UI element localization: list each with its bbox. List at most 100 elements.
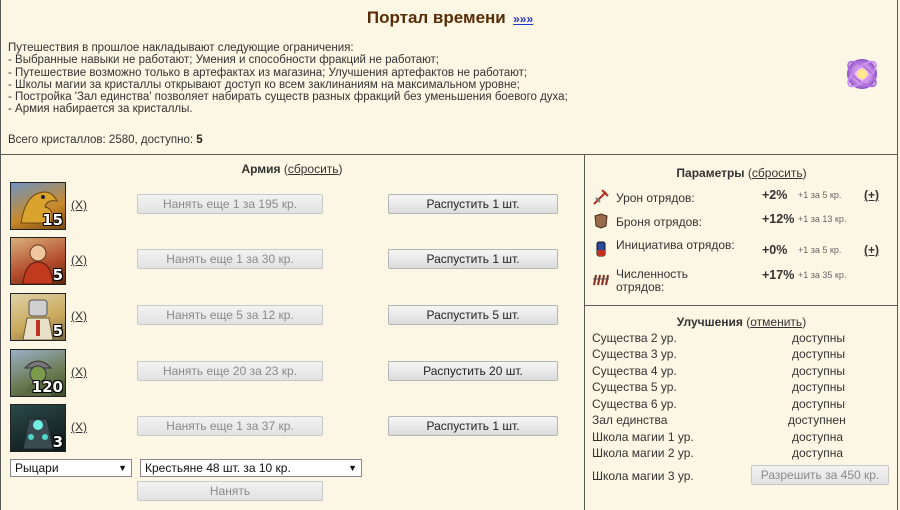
divider [0, 154, 898, 155]
upgrades-header: Улучшения (отменить) [676, 315, 807, 329]
param-increase-link[interactable]: (+) [864, 188, 879, 202]
dropdown-arrow-icon: ▼ [348, 463, 357, 473]
hire-more-button[interactable]: Нанять еще 5 за 12 кр. [137, 305, 323, 325]
dismiss-unit-button[interactable]: Распустить 1 шт. [388, 194, 558, 214]
intro-line: - Школы магии за кристаллы открывают дос… [8, 78, 520, 91]
hire-button[interactable]: Нанять [137, 481, 323, 501]
unit-type-select[interactable]: Крестьяне 48 шт. за 10 кр. ▼ [140, 459, 362, 477]
remove-unit-link[interactable]: (X) [71, 365, 87, 379]
dismiss-unit-button[interactable]: Распустить 1 шт. [388, 416, 558, 436]
upgrade-row: Школа магии 1 ур. доступна [592, 430, 892, 446]
remove-unit-link[interactable]: (X) [71, 253, 87, 267]
param-value: +2% [762, 188, 788, 202]
params-header: Параметры (сбросить) [676, 166, 807, 180]
upgrade-name: Школа магии 1 ур. [592, 430, 694, 444]
upgrade-state: доступны [792, 397, 846, 411]
unit-knight-portrait[interactable]: 5 [10, 293, 66, 341]
upgrade-state: доступнен [788, 413, 846, 427]
divider [585, 305, 898, 306]
army-header: Армия (сбросить) [241, 162, 343, 176]
upgrade-state: доступна [792, 430, 844, 444]
page-title: Портал времени [366, 8, 506, 27]
upgrade-name: Существа 2 ур. [592, 331, 677, 345]
crystals-label: Всего кристаллов: 2580, доступно: [8, 134, 194, 146]
hire-more-button[interactable]: Нанять еще 20 за 23 кр. [137, 361, 323, 381]
intro-line: - Путешествие возможно только в артефакт… [8, 66, 528, 79]
param-cost: +1 за 5 кр. [798, 245, 842, 255]
upgrade-row: Зал единства доступнен [592, 413, 892, 429]
army-reset-link[interactable]: сбросить [288, 162, 339, 176]
dismiss-unit-button[interactable]: Распустить 1 шт. [388, 249, 558, 269]
param-cost: +1 за 35 кр. [798, 270, 847, 280]
unit-type-select-value: Крестьяне 48 шт. за 10 кр. [145, 461, 291, 475]
unit-golem-portrait[interactable]: 3 [10, 404, 66, 452]
param-row-initiative: Инициатива отрядов: +0% +1 за 5 кр. (+) [592, 238, 892, 264]
params-reset-link[interactable]: сбросить [752, 166, 803, 180]
army-unit-row: 15 (X) Нанять еще 1 за 195 кр. Распустит… [10, 182, 570, 232]
dismiss-unit-button[interactable]: Распустить 5 шт. [388, 305, 558, 325]
initiative-icon [592, 240, 610, 258]
intro-line: Путешествия в прошлое накладывают следую… [8, 42, 354, 54]
divider [584, 154, 585, 510]
param-row-armor: Броня отрядов: +12% +1 за 13 кр. [592, 210, 892, 236]
upgrade-state: доступна [792, 446, 844, 460]
upgrades-cancel-link[interactable]: отменить [750, 315, 802, 329]
remove-unit-link[interactable]: (X) [71, 420, 87, 434]
param-label: Броня отрядов: [616, 215, 703, 229]
upgrade-name: Существа 6 ур. [592, 397, 677, 411]
param-label: Инициатива отрядов: [616, 238, 735, 252]
intro-line: - Выбранные навыки не работают; Умения и… [8, 54, 439, 67]
faction-select-value: Рыцари [15, 461, 59, 475]
army-unit-row: 5 (X) Нанять еще 1 за 30 кр. Распустить … [10, 237, 570, 287]
upgrade-row: Существа 2 ур. доступны [592, 331, 892, 347]
army-unit-row: 120 (X) Нанять еще 20 за 23 кр. Распусти… [10, 349, 570, 399]
upgrade-name: Зал единства [592, 413, 668, 427]
param-label: Численность отрядов: [616, 267, 689, 294]
upgrade-state: доступны [792, 380, 846, 394]
header: Портал времени »»» [0, 8, 900, 28]
unit-count: 15 [42, 211, 63, 229]
upgrade-row: Существа 5 ур. доступны [592, 380, 892, 396]
dismiss-unit-button[interactable]: Распустить 20 шт. [388, 361, 558, 381]
unit-count: 3 [52, 433, 63, 451]
intro-line: - Постройка 'Зал единства' позволяет наб… [8, 91, 568, 104]
crystals-summary: Всего кристаллов: 2580, доступно: 5 [8, 134, 203, 146]
param-increase-link[interactable]: (+) [864, 243, 879, 257]
crystals-available: 5 [196, 134, 203, 146]
army-title: Армия [241, 162, 281, 176]
param-cost: +1 за 13 кр. [798, 214, 847, 224]
hire-more-button[interactable]: Нанять еще 1 за 30 кр. [137, 249, 323, 269]
title-more-link[interactable]: »»» [513, 12, 533, 26]
remove-unit-link[interactable]: (X) [71, 309, 87, 323]
upgrade-row: Школа магии 2 ур. доступна [592, 446, 892, 462]
unit-griffin-portrait[interactable]: 15 [10, 182, 66, 230]
troops-icon [592, 269, 610, 287]
hire-more-button[interactable]: Нанять еще 1 за 195 кр. [137, 194, 323, 214]
remove-unit-link[interactable]: (X) [71, 198, 87, 212]
portal-icon [842, 54, 882, 94]
param-row-quantity: Численность отрядов: +17% +1 за 35 кр. [592, 267, 892, 294]
armor-icon [592, 212, 610, 230]
upgrade-name: Школа магии 2 ур. [592, 446, 694, 460]
army-unit-row: 3 (X) Нанять еще 1 за 37 кр. Распустить … [10, 404, 570, 454]
upgrade-state: доступны [792, 347, 846, 361]
upgrade-name: Существа 5 ур. [592, 380, 677, 394]
param-cost: +1 за 5 кр. [798, 190, 842, 200]
param-label: Урон отрядов: [616, 191, 695, 205]
allow-magic-school-button[interactable]: Разрешить за 450 кр. [751, 465, 889, 485]
params-title: Параметры [676, 166, 745, 180]
unit-count: 120 [31, 378, 63, 396]
upgrade-name: Существа 4 ур. [592, 364, 677, 378]
hire-more-button[interactable]: Нанять еще 1 за 37 кр. [137, 416, 323, 436]
faction-select[interactable]: Рыцари ▼ [10, 459, 132, 477]
unit-goblin-portrait[interactable]: 120 [10, 349, 66, 397]
sword-icon [592, 188, 610, 206]
upgrade-row: Существа 4 ур. доступны [592, 364, 892, 380]
unit-monk-portrait[interactable]: 5 [10, 237, 66, 285]
upgrade-state: доступны [792, 364, 846, 378]
upgrade-state: доступны [792, 331, 846, 345]
upgrade-name: Школа магии 3 ур. [592, 469, 694, 483]
param-value: +12% [762, 212, 795, 226]
param-value: +0% [762, 243, 788, 257]
unit-count: 5 [52, 322, 63, 340]
